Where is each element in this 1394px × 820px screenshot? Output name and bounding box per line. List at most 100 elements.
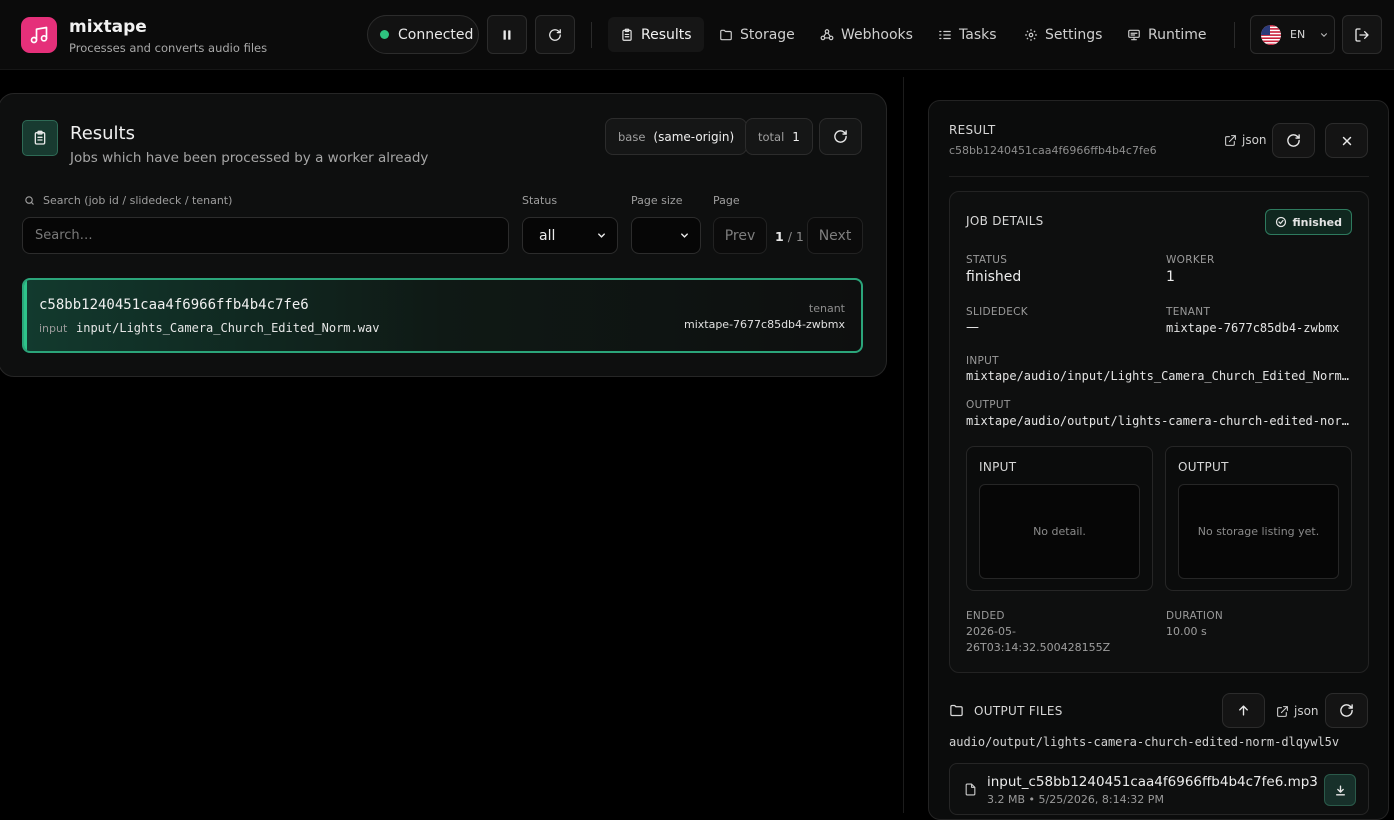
status-value: finished <box>966 269 1022 285</box>
nav-runtime[interactable]: Runtime <box>1115 17 1218 52</box>
job-details-card: JOB DETAILS finished STATUS finished WOR… <box>949 191 1369 673</box>
folder-icon <box>720 29 732 40</box>
search-label: Search (job id / slidedeck / tenant) <box>24 194 232 207</box>
row-input-label: input <box>39 322 68 335</box>
output-label: OUTPUT <box>966 399 1011 411</box>
total-chip: total 1 <box>745 118 813 155</box>
total-value: 1 <box>792 129 800 144</box>
ended-label: ENDED <box>966 610 1005 622</box>
pagesize-select[interactable] <box>631 217 701 254</box>
worker-value: 1 <box>1166 269 1175 285</box>
nav-webhooks-label: Webhooks <box>841 26 913 43</box>
refresh-results-button[interactable] <box>819 118 862 155</box>
result-detail-panel: RESULT c58bb1240451caa4f6966ffb4b4c7fe6 … <box>928 100 1389 820</box>
duration-label: DURATION <box>1166 610 1224 622</box>
clipboard-icon <box>34 130 46 145</box>
nav-runtime-label: Runtime <box>1148 26 1207 43</box>
input-value: mixtape/audio/input/Lights_Camera_Church… <box>966 369 1350 383</box>
list-icon <box>939 30 951 39</box>
results-title: Results <box>70 123 135 144</box>
output-value: mixtape/audio/output/lights-camera-churc… <box>966 414 1350 428</box>
reload-button[interactable] <box>535 15 575 54</box>
row-tenant-label: tenant <box>808 302 845 315</box>
download-icon <box>1335 784 1345 796</box>
refresh-output-button[interactable] <box>1325 693 1368 728</box>
nav-storage-label: Storage <box>740 26 795 43</box>
app-subtitle: Processes and converts audio files <box>69 41 268 55</box>
logout-icon <box>1355 27 1369 42</box>
input-box-title: INPUT <box>979 460 1017 474</box>
nav-settings[interactable]: Settings <box>1012 17 1114 52</box>
input-label: INPUT <box>966 355 999 367</box>
status-select-value: all <box>539 227 556 244</box>
gear-icon <box>1025 28 1037 41</box>
nav-webhooks[interactable]: Webhooks <box>808 17 925 52</box>
us-flag-icon <box>1261 24 1281 45</box>
prev-page-button[interactable]: Prev <box>713 217 767 254</box>
row-input-value: input/Lights_Camera_Church_Edited_Norm.w… <box>76 321 380 335</box>
header-divider <box>591 22 592 48</box>
result-json-link[interactable]: json <box>1224 133 1267 147</box>
status-badge: finished <box>1264 209 1352 235</box>
nav-settings-label: Settings <box>1045 26 1103 43</box>
result-id: c58bb1240451caa4f6966ffb4b4c7fe6 <box>949 144 1157 157</box>
input-box-empty: No detail. <box>979 484 1140 579</box>
refresh-icon <box>1287 134 1300 147</box>
input-detail-box: INPUT No detail. <box>966 446 1153 591</box>
file-name: input_c58bb1240451caa4f6966ffb4b4c7fe6.m… <box>987 774 1318 790</box>
ended-value: 2026-05- 26T03:14:32.500428155Z <box>966 625 1111 654</box>
refresh-result-button[interactable] <box>1272 123 1315 158</box>
tenant-value: mixtape-7677c85db4-zwbmx <box>1166 321 1340 335</box>
app-name: mixtape <box>69 17 147 37</box>
output-file-item[interactable]: input_c58bb1240451caa4f6966ffb4b4c7fe6.m… <box>949 763 1369 815</box>
refresh-icon <box>549 28 561 41</box>
header-divider <box>1234 22 1235 48</box>
refresh-icon <box>834 130 847 143</box>
results-panel: Results Jobs which have been processed b… <box>0 93 887 377</box>
file-icon <box>965 783 976 796</box>
next-page-button[interactable]: Next <box>807 217 863 254</box>
webhook-icon <box>820 28 834 40</box>
search-icon <box>25 196 34 205</box>
duration-value: 10.00 s <box>1166 625 1207 638</box>
connection-label: Connected <box>398 26 474 43</box>
output-box-empty: No storage listing yet. <box>1178 484 1339 579</box>
status-label: STATUS <box>966 254 1008 266</box>
base-chip: base (same-origin) <box>605 118 748 155</box>
status-select[interactable]: all <box>522 217 618 254</box>
pause-button[interactable] <box>487 15 527 54</box>
results-subtitle: Jobs which have been processed by a work… <box>70 150 429 166</box>
nav-results-label: Results <box>641 26 692 43</box>
slidedeck-value: — <box>966 320 979 335</box>
chevron-down-icon <box>681 233 688 238</box>
output-detail-box: OUTPUT No storage listing yet. <box>1165 446 1352 591</box>
row-job-id: c58bb1240451caa4f6966ffb4b4c7fe6 <box>39 297 309 313</box>
arrow-up-icon <box>1239 705 1248 716</box>
chevron-down-icon <box>598 233 605 238</box>
search-input[interactable] <box>22 217 509 254</box>
results-header-icon <box>22 120 58 156</box>
nav-tasks-label: Tasks <box>959 26 997 43</box>
status-label: Status <box>522 194 558 207</box>
output-json-link[interactable]: json <box>1276 704 1319 718</box>
close-result-button[interactable] <box>1325 123 1368 158</box>
refresh-icon <box>1340 704 1353 717</box>
check-circle-icon <box>1275 216 1286 228</box>
output-box-title: OUTPUT <box>1178 460 1229 474</box>
logout-button[interactable] <box>1342 15 1382 54</box>
close-icon <box>1342 136 1351 145</box>
music-note-icon <box>30 26 48 44</box>
output-path: audio/output/lights-camera-church-edited… <box>949 735 1340 749</box>
download-button[interactable] <box>1324 774 1356 806</box>
pause-icon <box>503 29 511 40</box>
external-link-icon <box>1277 705 1288 717</box>
nav-tasks[interactable]: Tasks <box>926 17 1009 52</box>
upload-button[interactable] <box>1222 693 1265 728</box>
language-select[interactable]: EN <box>1250 15 1335 54</box>
panel-divider <box>903 77 904 813</box>
result-row[interactable]: c58bb1240451caa4f6966ffb4b4c7fe6 input i… <box>22 278 863 353</box>
nav-results[interactable]: Results <box>608 17 704 52</box>
nav-storage[interactable]: Storage <box>707 17 807 52</box>
tenant-label: TENANT <box>1166 306 1211 318</box>
monitor-icon <box>1128 29 1140 40</box>
